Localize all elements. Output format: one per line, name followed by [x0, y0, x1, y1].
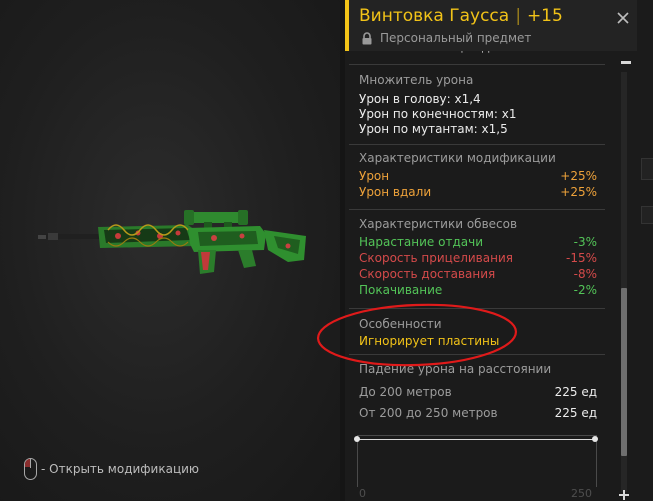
- scrollbar[interactable]: [617, 72, 629, 492]
- stat-label: Скорость доставания: [359, 267, 496, 281]
- damage-multiplier-section: Множитель урона Урон в голову: x1,4 Урон…: [349, 64, 605, 138]
- falloff-row: От 200 до 250 метров 225 ед: [359, 406, 597, 420]
- stat-value: -8%: [573, 267, 597, 281]
- falloff-label: До 200 метров: [359, 385, 452, 399]
- feature-item: Игнорирует пластины: [359, 334, 597, 348]
- axis-min-label: 0: [359, 487, 366, 500]
- features-title: Особенности: [359, 317, 442, 331]
- title-separator: |: [515, 6, 521, 26]
- item-title: Винтовка Гаусса | +15: [359, 6, 563, 26]
- mouse-icon: [24, 458, 37, 480]
- right-edge-strip: [637, 0, 653, 501]
- stat-row: Скорость прицеливания -15%: [359, 251, 597, 265]
- stat-row: Скорость доставания -8%: [359, 267, 597, 281]
- edge-tab[interactable]: [641, 158, 653, 180]
- stat-value: -2%: [573, 283, 597, 297]
- falloff-label: От 200 до 250 метров: [359, 406, 498, 420]
- close-icon[interactable]: [615, 10, 631, 26]
- falloff-value: 225 ед: [554, 406, 597, 420]
- stat-row: Урон +25%: [359, 169, 597, 183]
- item-subtitle: Персональный предмет: [361, 31, 531, 45]
- stat-label: Нарастание отдачи: [359, 235, 484, 249]
- stat-label: Урон вдали: [359, 185, 432, 199]
- stat-row: Нарастание отдачи -3%: [359, 235, 597, 249]
- open-modification-hint: - Открыть модификацию: [24, 458, 199, 480]
- limb-damage-text: Урон по конечностям: x1: [359, 107, 517, 121]
- damage-falloff-graph: [354, 435, 598, 487]
- edge-tab[interactable]: [641, 206, 653, 224]
- weapon-image[interactable]: [38, 200, 310, 280]
- damage-multiplier-title: Множитель урона: [359, 73, 474, 87]
- weapon-preview-area: - Открыть модификацию: [0, 0, 340, 501]
- item-tooltip-panel: Винтовка Гаусса | +15 Персональный предм…: [345, 0, 637, 501]
- item-level: +15: [526, 6, 563, 26]
- mutant-damage-text: Урон по мутантам: x1,5: [359, 122, 508, 136]
- feature-text: Игнорирует пластины: [359, 334, 500, 348]
- modification-stats-section: Характеристики модификации Урон +25% Уро…: [349, 144, 605, 205]
- falloff-line: [357, 439, 597, 440]
- mutant-damage-row: Урон по мутантам: x1,5: [359, 122, 597, 136]
- damage-falloff-title: Падение урона на расстоянии: [359, 362, 552, 376]
- stat-row: Урон вдали +25%: [359, 185, 597, 199]
- stat-row: Покачивание -2%: [359, 283, 597, 297]
- features-section: Особенности Игнорирует пластины: [349, 308, 605, 354]
- head-damage-text: Урон в голову: x1,4: [359, 92, 481, 106]
- item-name: Винтовка Гаусса: [359, 6, 510, 26]
- axis-max-label: 250: [571, 487, 592, 500]
- stat-value: +25%: [560, 185, 597, 199]
- falloff-row: До 200 метров 225 ед: [359, 385, 597, 399]
- stat-value: +25%: [560, 169, 597, 183]
- personal-item-label: Персональный предмет: [380, 31, 532, 45]
- stat-label: Урон: [359, 169, 390, 183]
- stat-value: -15%: [565, 251, 597, 265]
- falloff-point-end: [592, 436, 598, 442]
- lock-icon: [362, 31, 372, 44]
- attachment-stats-section: Характеристики обвесов Нарастание отдачи…: [349, 209, 605, 305]
- falloff-value: 225 ед: [554, 385, 597, 399]
- scroll-down-button[interactable]: [617, 489, 631, 501]
- stat-value: -3%: [573, 235, 597, 249]
- panel-header: Винтовка Гаусса | +15 Персональный предм…: [345, 0, 637, 51]
- hint-text: - Открыть модификацию: [41, 462, 200, 476]
- stat-label: Покачивание: [359, 283, 443, 297]
- limb-damage-row: Урон по конечностям: x1: [359, 107, 597, 121]
- scroll-up-button[interactable]: [621, 61, 631, 64]
- scroll-thumb[interactable]: [621, 288, 627, 456]
- falloff-point-start: [354, 436, 360, 442]
- modification-stats-title: Характеристики модификации: [359, 151, 556, 165]
- stat-label: Скорость прицеливания: [359, 251, 513, 265]
- head-damage-row: Урон в голову: x1,4: [359, 92, 597, 106]
- attachment-stats-title: Характеристики обвесов: [359, 217, 518, 231]
